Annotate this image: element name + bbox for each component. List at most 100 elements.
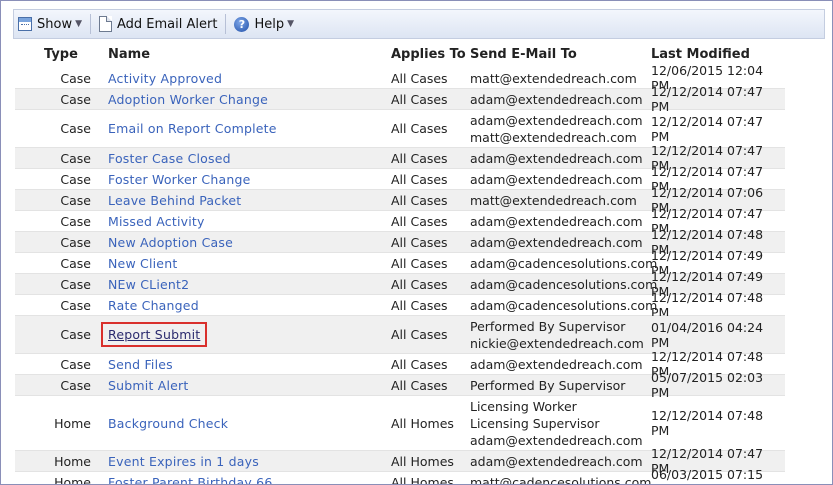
toolbar-separator: [90, 14, 91, 34]
email-recipient: nickie@extendedreach.com: [470, 335, 644, 351]
email-recipient: Licensing Worker: [470, 398, 577, 414]
cell-send-email-to: matt@cadencesolutions.com: [470, 472, 651, 485]
cell-last-modified: 01/04/2016 04:24 PM: [651, 319, 764, 350]
email-recipient: Licensing Supervisor: [470, 415, 600, 431]
alert-name-link[interactable]: Email on Report Complete: [108, 121, 277, 136]
cell-applies-to: All Cases: [391, 192, 448, 208]
show-menu-button[interactable]: Show ▼: [14, 10, 86, 38]
alert-name-link[interactable]: Foster Case Closed: [108, 151, 231, 166]
cell-applies-to: All Cases: [391, 70, 448, 86]
cell-type: Case: [60, 150, 91, 166]
alert-name-link[interactable]: New Client: [108, 256, 177, 271]
cell-last-modified: 12/12/2014 07:48 PM: [651, 290, 764, 320]
email-recipient: adam@extendedreach.com: [470, 356, 643, 372]
email-recipient: adam@extendedreach.com: [470, 234, 643, 250]
cell-name: Missed Activity: [108, 211, 388, 231]
table-row[interactable]: Home Foster Parent Birthday 66 All Homes ma…: [15, 467, 785, 485]
cell-applies-to: All Cases: [391, 377, 448, 393]
calendar-icon: [18, 17, 32, 31]
cell-applies-to: All Homes: [391, 415, 454, 431]
email-recipient: Performed By Supervisor: [470, 377, 626, 393]
window-frame: Show ▼ Add Email Alert ? Help ▼ Type Nam…: [0, 0, 833, 485]
help-icon: ?: [234, 16, 250, 32]
toolbar: Show ▼ Add Email Alert ? Help ▼: [13, 9, 825, 39]
cell-send-email-to: adam@extendedreach.com: [470, 354, 650, 374]
cell-name: Submit Alert: [108, 375, 388, 395]
cell-last-modified: 12/12/2014 07:47 PM: [651, 113, 764, 144]
cell-send-email-to: Performed By Supervisor nickie@extendedre…: [470, 316, 650, 353]
cell-name: Leave Behind Packet: [108, 190, 388, 210]
chevron-down-icon: ▼: [287, 19, 295, 29]
cell-send-email-to: adam@cadencesolutions.com: [470, 274, 657, 294]
cell-applies-to: All Cases: [391, 150, 448, 166]
cell-applies-to: All Cases: [391, 234, 448, 250]
alert-name-link[interactable]: Event Expires in 1 days: [108, 454, 259, 469]
column-header-send-email-to[interactable]: Send E-Mail To: [470, 47, 577, 62]
add-email-alert-label: Add Email Alert: [117, 16, 218, 32]
table-row[interactable]: Case Submit Alert All Cases Performed By Su…: [15, 370, 785, 400]
alert-name-link[interactable]: Foster Worker Change: [108, 172, 250, 187]
cell-last-modified: 12/12/2014 07:47 PM: [651, 84, 764, 114]
highlight-box: Report Submit: [101, 322, 208, 347]
cell-last-modified: 12/12/2014 07:48 PM: [651, 408, 764, 438]
cell-applies-to: All Cases: [391, 171, 448, 187]
cell-applies-to: All Cases: [391, 213, 448, 229]
cell-applies-to: All Cases: [391, 91, 448, 107]
column-header-last-modified[interactable]: Last Modified: [651, 47, 750, 62]
table-row[interactable]: Case Rate Changed All Cases adam@cadencesol…: [15, 290, 785, 320]
cell-send-email-to: adam@extendedreach.com: [470, 148, 650, 168]
table-row[interactable]: Case Adoption Worker Change All Cases adam@…: [15, 84, 785, 114]
alert-name-link[interactable]: Submit Alert: [108, 378, 188, 393]
add-email-alert-button[interactable]: Add Email Alert: [95, 10, 221, 38]
alert-name-link[interactable]: Leave Behind Packet: [108, 193, 241, 208]
alert-name-link[interactable]: Missed Activity: [108, 214, 205, 229]
alert-name-link[interactable]: Background Check: [108, 416, 228, 431]
cell-type: Case: [60, 276, 91, 292]
email-recipient: adam@extendedreach.com: [470, 213, 643, 229]
cell-type: Case: [60, 356, 91, 372]
cell-applies-to: All Cases: [391, 297, 448, 313]
email-recipient: adam@extendedreach.com: [470, 112, 643, 128]
cell-name: Foster Worker Change: [108, 169, 388, 189]
email-recipient: matt@extendedreach.com: [470, 70, 637, 86]
cell-send-email-to: adam@extendedreach.com matt@extendedreach…: [470, 110, 650, 147]
alert-name-link[interactable]: Send Files: [108, 357, 173, 372]
document-icon: [99, 16, 112, 32]
cell-send-email-to: adam@cadencesolutions.com: [470, 253, 657, 273]
cell-name: NEw CLient2: [108, 274, 388, 294]
cell-name: Background Check: [108, 396, 388, 450]
email-recipient: matt@extendedreach.com: [470, 129, 637, 145]
cell-last-modified: 05/07/2015 02:03 PM: [651, 370, 764, 400]
cell-name: Foster Case Closed: [108, 148, 388, 168]
cell-name: Foster Parent Birthday 66: [108, 472, 388, 485]
column-header-type[interactable]: Type: [44, 47, 78, 62]
cell-applies-to: All Cases: [391, 276, 448, 292]
alert-name-link[interactable]: Foster Parent Birthday 66: [108, 475, 272, 485]
cell-send-email-to: adam@extendedreach.com: [470, 451, 650, 471]
alert-name-link[interactable]: Activity Approved: [108, 71, 222, 86]
cell-type: Case: [60, 192, 91, 208]
toolbar-separator: [225, 14, 227, 34]
alert-name-link[interactable]: NEw CLient2: [108, 277, 189, 292]
email-recipient: adam@cadencesolutions.com: [470, 255, 658, 271]
alert-name-link[interactable]: Adoption Worker Change: [108, 92, 268, 107]
column-header-name[interactable]: Name: [108, 47, 150, 62]
alert-name-link[interactable]: New Adoption Case: [108, 235, 233, 250]
cell-applies-to: All Cases: [391, 356, 448, 372]
alert-name-link[interactable]: Report Submit: [108, 327, 200, 342]
cell-send-email-to: Licensing Worker Licensing Supervisor adam…: [470, 396, 650, 450]
alert-name-link[interactable]: Rate Changed: [108, 298, 199, 313]
table-row[interactable]: Home Background Check All Homes Licensing W…: [15, 396, 785, 451]
cell-last-modified: 06/03/2015 07:15 PM: [651, 467, 764, 484]
cell-type: Case: [60, 171, 91, 187]
column-header-applies-to[interactable]: Applies To: [391, 47, 466, 62]
email-recipient: Performed By Supervisor: [470, 318, 626, 334]
cell-name: Event Expires in 1 days: [108, 451, 388, 471]
email-recipient: adam@extendedreach.com: [470, 171, 643, 187]
cell-applies-to: All Homes: [391, 453, 454, 469]
cell-name: Adoption Worker Change: [108, 89, 388, 109]
cell-type: Case: [60, 377, 91, 393]
email-recipient: adam@extendedreach.com: [470, 432, 643, 448]
help-menu-button[interactable]: ? Help ▼: [230, 10, 298, 38]
cell-type: Case: [60, 255, 91, 271]
